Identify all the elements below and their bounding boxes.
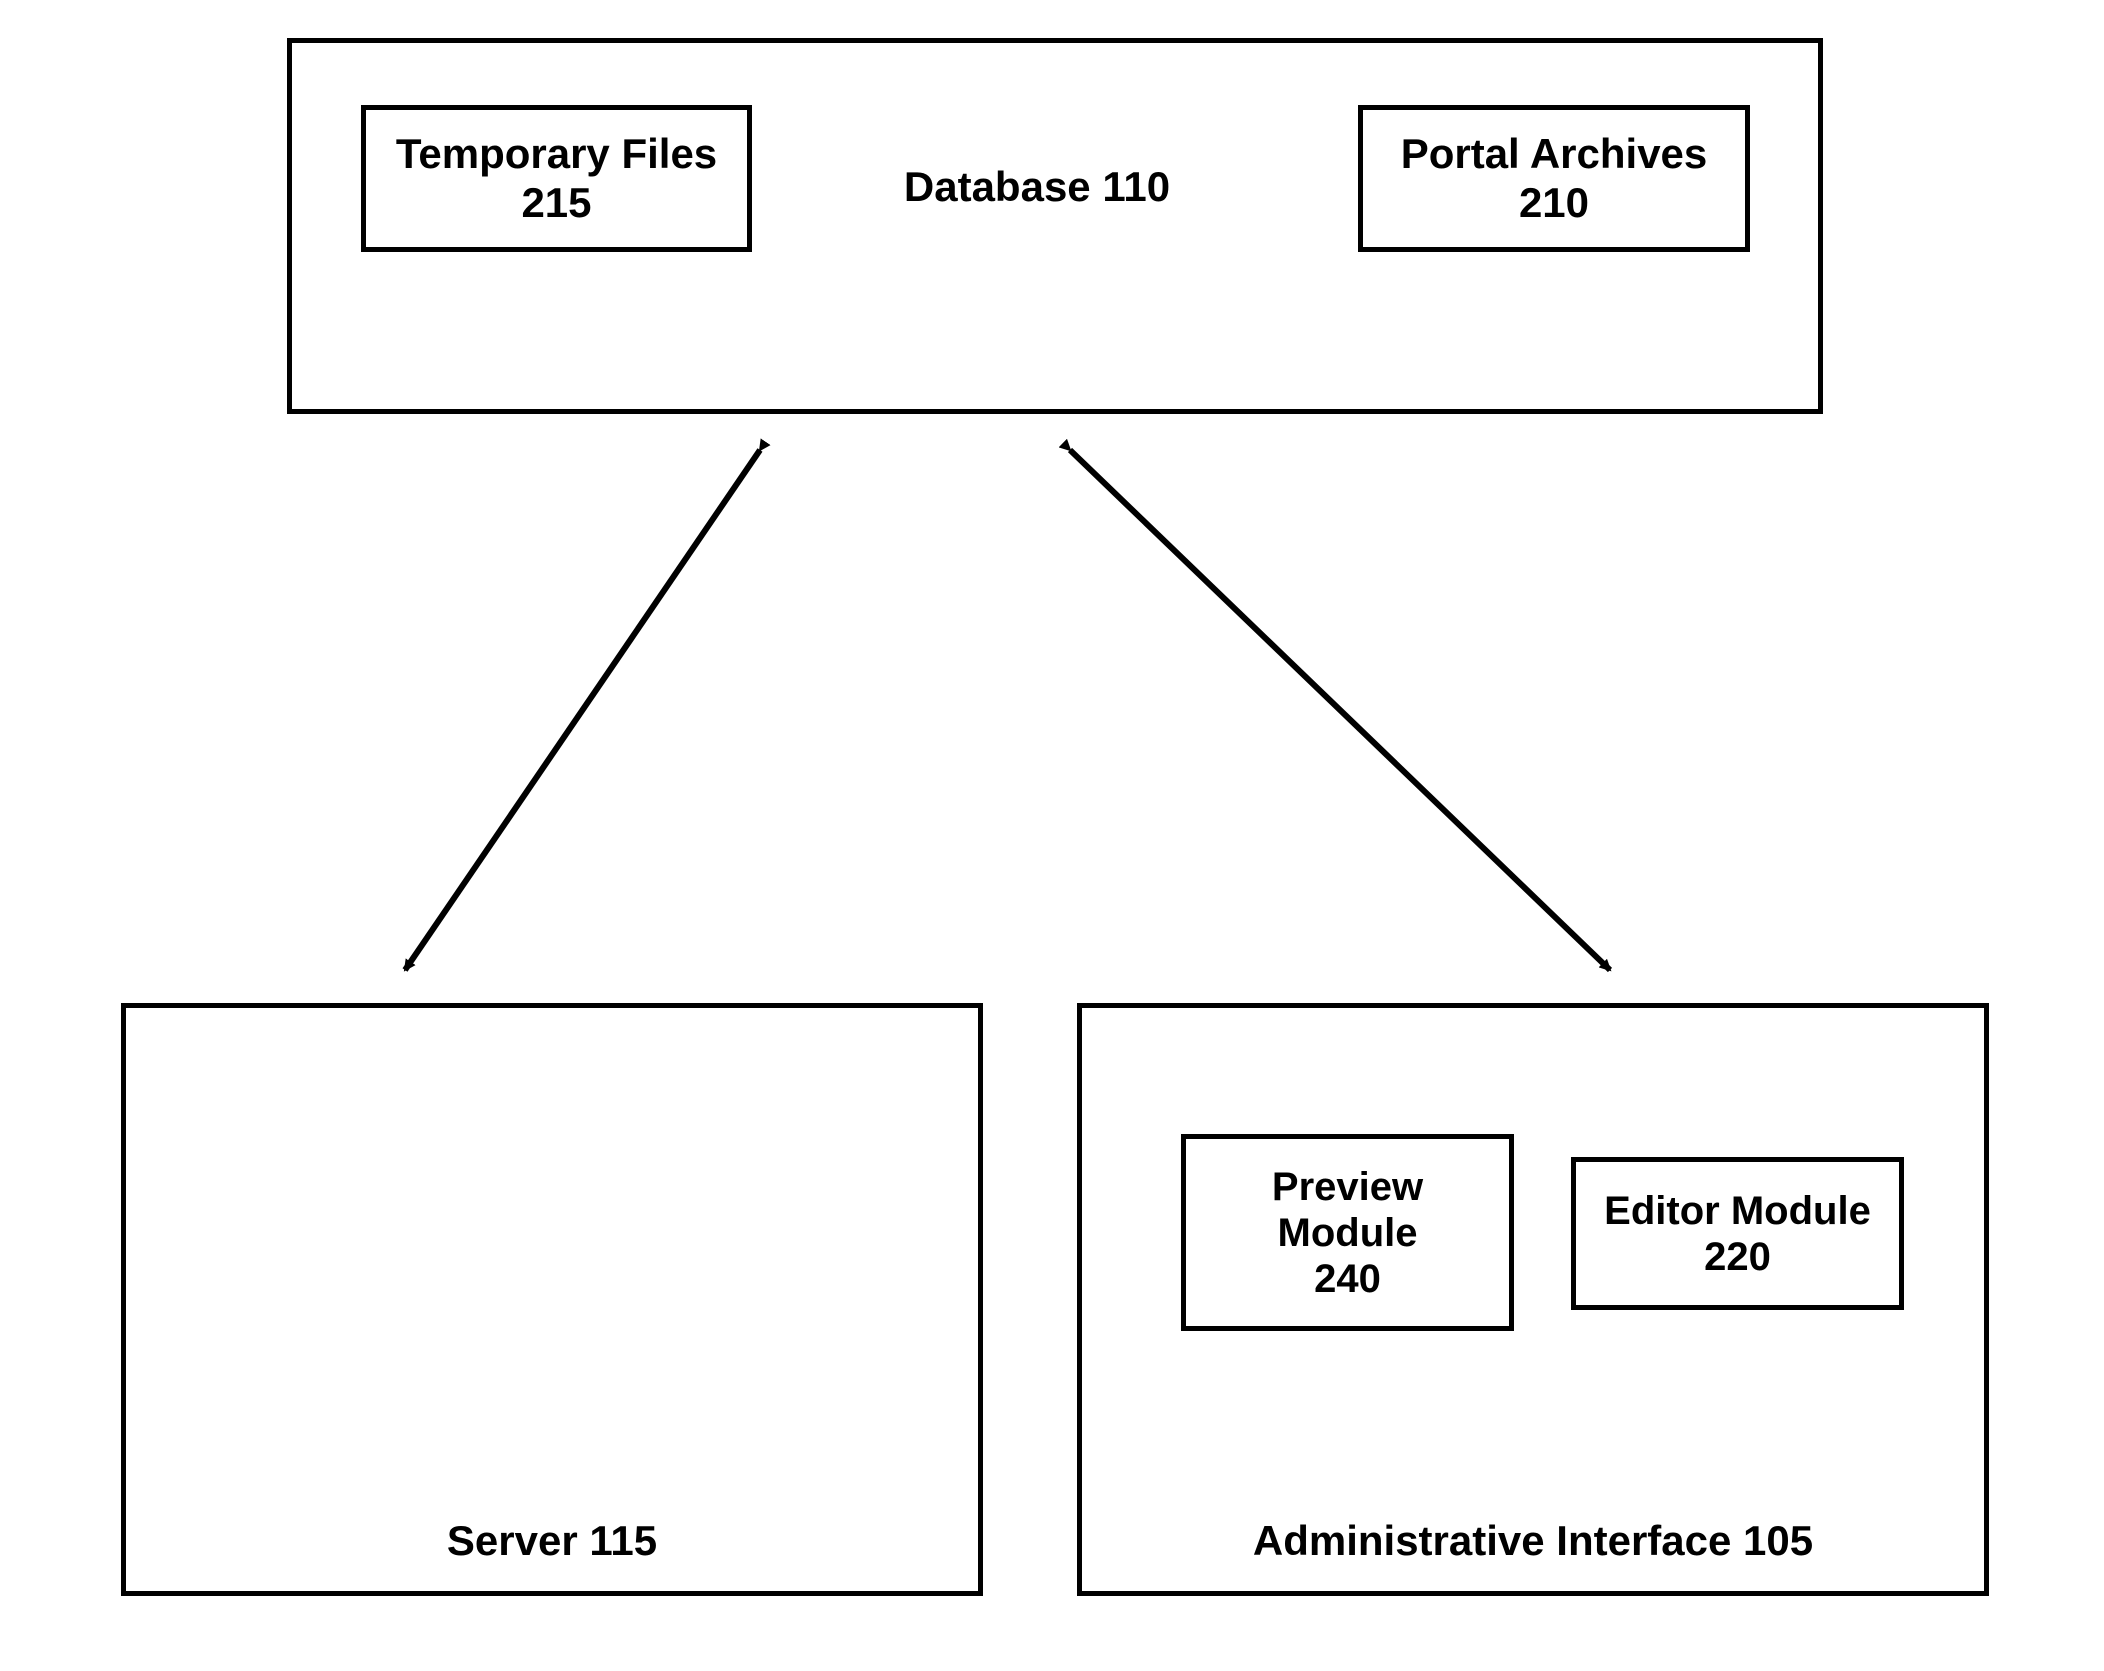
portal-archives-box: Portal Archives 210 — [1358, 105, 1750, 252]
preview-module-line1: Preview — [1272, 1165, 1423, 1209]
editor-module-text: Editor Module 220 — [1604, 1188, 1871, 1280]
arrow-database-admin — [1070, 450, 1610, 970]
temporary-files-box: Temporary Files 215 — [361, 105, 752, 252]
preview-module-box: Preview Module 240 — [1181, 1134, 1514, 1331]
database-box: Temporary Files 215 Database 110 Portal … — [287, 38, 1823, 414]
temporary-files-line2: 215 — [521, 179, 591, 226]
editor-module-line2: 220 — [1704, 1235, 1771, 1279]
database-label: Database 110 — [857, 163, 1217, 211]
preview-module-line3: 240 — [1314, 1257, 1381, 1301]
portal-archives-line2: 210 — [1519, 179, 1589, 226]
server-label: Server 115 — [126, 1517, 978, 1565]
preview-module-text: Preview Module 240 — [1272, 1164, 1423, 1302]
editor-module-line1: Editor Module — [1604, 1189, 1871, 1233]
preview-module-line2: Module — [1278, 1211, 1418, 1255]
portal-archives-line1: Portal Archives — [1401, 130, 1708, 177]
temporary-files-text: Temporary Files 215 — [396, 130, 717, 227]
portal-archives-text: Portal Archives 210 — [1401, 130, 1708, 227]
arrow-database-server — [405, 450, 760, 970]
server-box: Server 115 — [121, 1003, 983, 1596]
admin-interface-label: Administrative Interface 105 — [1082, 1517, 1984, 1565]
editor-module-box: Editor Module 220 — [1571, 1157, 1904, 1310]
diagram-stage: Temporary Files 215 Database 110 Portal … — [0, 0, 2104, 1671]
temporary-files-line1: Temporary Files — [396, 130, 717, 177]
admin-interface-box: Preview Module 240 Editor Module 220 Adm… — [1077, 1003, 1989, 1596]
